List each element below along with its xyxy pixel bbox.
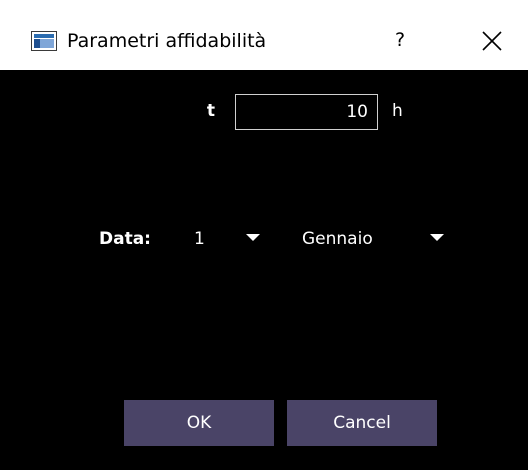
chevron-down-icon [246,234,260,241]
title-bar[interactable]: Parametri affidabilità ? [0,0,528,70]
close-icon [482,31,502,51]
t-unit-label: h [392,101,403,121]
close-button[interactable] [474,26,508,56]
date-label: Data: [99,229,151,249]
t-input[interactable] [235,94,378,130]
reliability-parameters-dialog: Parametri affidabilità ? t h Data: 1 Gen… [0,0,528,470]
t-label: t [206,101,216,121]
day-select-value: 1 [194,229,205,249]
app-window-icon [31,31,57,51]
chevron-down-icon [430,234,444,241]
month-select[interactable]: Gennaio [298,222,454,256]
month-select-value: Gennaio [302,229,373,249]
ok-button[interactable]: OK [124,400,274,446]
help-button[interactable]: ? [388,26,412,56]
window-title: Parametri affidabilità [67,30,267,52]
day-select[interactable]: 1 [190,222,270,256]
cancel-button[interactable]: Cancel [287,400,437,446]
